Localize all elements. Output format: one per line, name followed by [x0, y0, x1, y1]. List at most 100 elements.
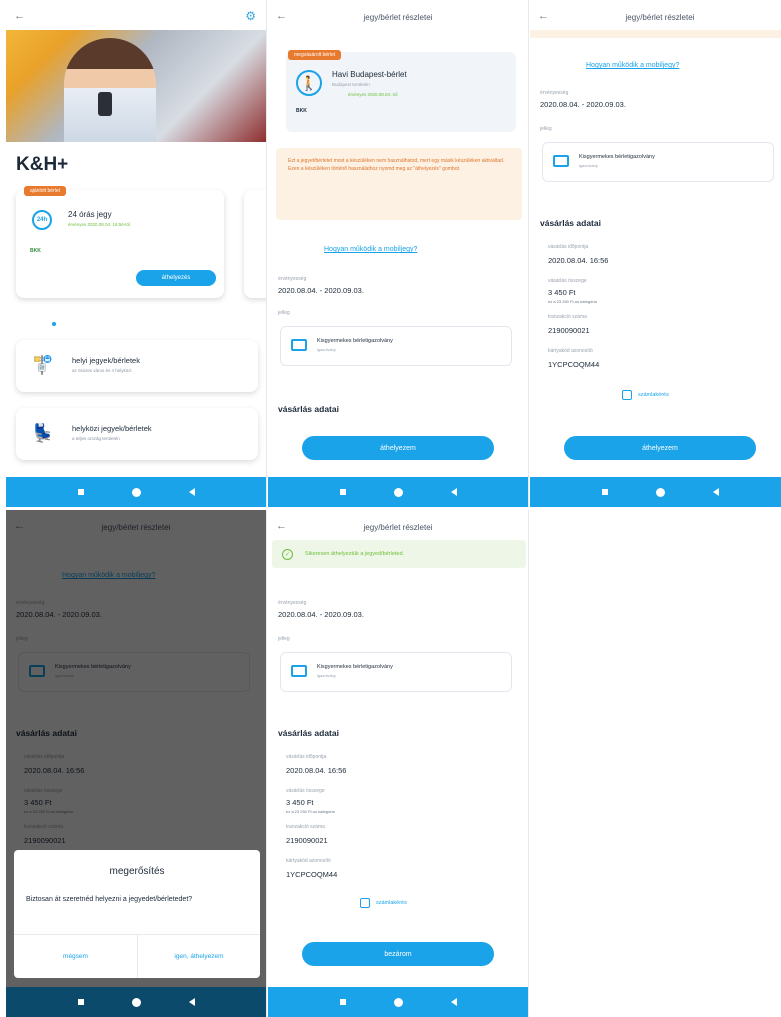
- invoice-label: számlakérés: [376, 900, 407, 906]
- move-button[interactable]: áthelyezem: [302, 436, 494, 460]
- person-illustration: [64, 38, 156, 142]
- receipt-icon: [360, 898, 370, 908]
- toast-message: Sikeresen áthelyeztük a jegyed/bérleted.: [305, 551, 405, 557]
- home-icon[interactable]: [131, 997, 141, 1007]
- purchase-section-title: vásárlás adatai: [278, 404, 339, 414]
- barcode-label: kártyakód azonosító: [286, 858, 331, 864]
- barcode-label: kártyakód azonosító: [548, 348, 593, 354]
- type-name: Kisgyermekes bérletigazolvány: [317, 338, 393, 344]
- ticket-badge: megvásárolt bérlet: [288, 50, 342, 60]
- clock-24h-icon: 24h: [32, 210, 52, 230]
- invoice-link[interactable]: számlakérés: [360, 898, 407, 908]
- order-label: tranzakció száma: [548, 314, 587, 320]
- recents-icon[interactable]: [339, 999, 346, 1005]
- check-icon: ✓: [282, 548, 293, 560]
- order-label: tranzakció száma: [286, 824, 325, 830]
- carousel-indicator: [52, 322, 56, 326]
- type-name: Kisgyermekes bérletigazolvány: [579, 154, 655, 160]
- home-icon[interactable]: [393, 487, 403, 497]
- purchase-amount: 3 450 Ft: [286, 798, 314, 807]
- top-bar: ← jegy/bérlet részletei: [268, 510, 528, 544]
- how-it-works-link[interactable]: Hogyan működik a mobiljegy?: [324, 246, 417, 253]
- move-button[interactable]: áthelyezem: [564, 436, 756, 460]
- move-button[interactable]: áthelyezés: [136, 270, 216, 286]
- back-arrow-icon[interactable]: ←: [538, 10, 549, 22]
- confirm-button[interactable]: igen, áthelyezem: [138, 934, 260, 978]
- back-arrow-icon[interactable]: ←: [276, 520, 287, 532]
- purchase-amount-label: vásárlás összege: [286, 788, 325, 794]
- back-arrow-icon[interactable]: ←: [14, 10, 25, 22]
- screen-ticket-details-scrolled: ← jegy/bérlet részletei Hogyan működik a…: [530, 0, 781, 507]
- purchase-amount-label: vásárlás összege: [548, 278, 587, 284]
- recents-icon[interactable]: [601, 489, 608, 495]
- menu-subtitle: az összes város és 4 helyközi: [72, 368, 132, 373]
- ticket-validity: érvényes 2020.08.04.-tól: [348, 92, 398, 97]
- type-box: Kisgyermekes bérletigazolvány igazolvány: [280, 326, 512, 366]
- back-icon[interactable]: [188, 998, 195, 1006]
- menu-intercity-tickets[interactable]: 💺 helyközi jegyek/bérletek a teljes orsz…: [16, 408, 258, 460]
- ticket-card[interactable]: ajánlott bérlet 24h 24 órás jegy érvénye…: [16, 186, 224, 298]
- ticket-logo: BKK: [296, 108, 307, 114]
- back-icon[interactable]: [712, 488, 719, 496]
- back-arrow-icon[interactable]: ←: [276, 10, 287, 22]
- validity-label: érvényesség: [278, 600, 307, 606]
- ticket-card-next[interactable]: [244, 190, 266, 298]
- screen-home: ← ⚙ K&H+ ajánlott bérlet 24h 24 órás jeg…: [6, 0, 267, 507]
- order-id: 2190090021: [286, 836, 328, 845]
- validity-value: 2020.08.04. - 2020.09.03.: [540, 100, 626, 109]
- receipt-icon: [622, 390, 632, 400]
- warning-box-edge: [530, 30, 781, 38]
- back-icon[interactable]: [450, 488, 457, 496]
- purchase-time-label: vásárlás időpontja: [286, 754, 327, 760]
- type-sub: igazolvány: [317, 673, 336, 678]
- settings-icon[interactable]: ⚙: [245, 9, 256, 23]
- brand-title: K&H+: [16, 154, 69, 175]
- android-nav-bar: [6, 987, 266, 1017]
- home-icon[interactable]: [655, 487, 665, 497]
- recents-icon[interactable]: [77, 489, 84, 495]
- card-validity: érvényes 2020.08.04. 16:56-tól: [68, 222, 131, 227]
- hero-image: [6, 30, 266, 142]
- purchase-time-label: vásárlás időpontja: [548, 244, 589, 250]
- home-icon[interactable]: [131, 487, 141, 497]
- top-bar: ← ⚙: [6, 0, 266, 34]
- ticket-name: Havi Budapest-bérlet: [332, 70, 407, 79]
- type-box: Kisgyermekes bérletigazolvány igazolvány: [542, 142, 774, 182]
- type-label: jelleg: [278, 310, 290, 316]
- page-title: jegy/bérlet részletei: [363, 12, 433, 22]
- confirm-dialog: megerősítés Biztosan át szeretnéd helyez…: [14, 850, 260, 978]
- screen-ticket-details: ← jegy/bérlet részletei megvásárolt bérl…: [268, 0, 529, 507]
- recents-icon[interactable]: [339, 489, 346, 495]
- type-box: Kisgyermekes bérletigazolvány igazolvány: [280, 652, 512, 692]
- back-icon[interactable]: [188, 488, 195, 496]
- page-title: jegy/bérlet részletei: [625, 12, 695, 22]
- close-button[interactable]: bezárom: [302, 942, 494, 966]
- menu-title: helyi jegyek/bérletek: [72, 356, 140, 365]
- id-card-icon: [291, 339, 307, 351]
- top-bar: ← jegy/bérlet részletei: [268, 0, 528, 34]
- invoice-link[interactable]: számlakérés: [622, 390, 669, 400]
- purchase-section-title: vásárlás adatai: [278, 728, 339, 738]
- type-name: Kisgyermekes bérletigazolvány: [317, 664, 393, 670]
- card-title: 24 órás jegy: [68, 210, 112, 219]
- type-sub: igazolvány: [317, 347, 336, 352]
- pedestrian-icon: 🚶: [296, 70, 322, 96]
- purchase-section-title: vásárlás adatai: [540, 218, 601, 228]
- menu-title: helyközi jegyek/bérletek: [72, 424, 152, 433]
- recents-icon[interactable]: [77, 999, 84, 1005]
- validity-value: 2020.08.04. - 2020.09.03.: [278, 286, 364, 295]
- android-nav-bar: [268, 477, 528, 507]
- ticket-summary: megvásárolt bérlet 🚶 Havi Budapest-bérle…: [286, 50, 516, 132]
- purchase-amount-note: ez a 23 250 Ft-os kategória: [286, 809, 335, 814]
- dialog-message: Biztosan át szeretnéd helyezni a jegyede…: [26, 896, 193, 903]
- id-card-icon: [553, 155, 569, 167]
- screen-move-success: ← jegy/bérlet részletei ✓ Sikeresen áthe…: [268, 510, 529, 1017]
- back-icon[interactable]: [450, 998, 457, 1006]
- type-label: jelleg: [540, 126, 552, 132]
- cancel-button[interactable]: mégsem: [14, 934, 137, 978]
- type-label: jelleg: [278, 636, 290, 642]
- menu-local-tickets[interactable]: 🚏 helyi jegyek/bérletek az összes város …: [16, 340, 258, 392]
- home-icon[interactable]: [393, 997, 403, 1007]
- bus-seat-icon: 💺: [31, 423, 55, 443]
- how-it-works-link[interactable]: Hogyan működik a mobiljegy?: [586, 62, 679, 69]
